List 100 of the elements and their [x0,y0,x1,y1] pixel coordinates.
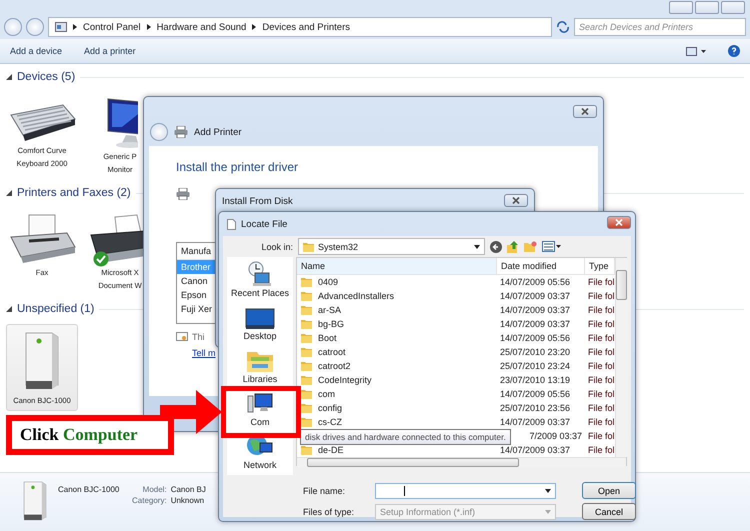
type-cell-text: File fol [587,290,615,303]
printer-icon [174,126,188,138]
window-title: Install From Disk [222,196,293,207]
column-header[interactable]: Name [297,258,497,275]
group-heading[interactable]: Unspecified (1) [17,303,94,315]
dropdown-caret-icon[interactable] [545,488,551,492]
folder-icon [303,242,314,252]
callout-text: Click Computer [20,425,138,445]
cancel-button[interactable]: Cancel [582,503,636,520]
file-name[interactable]: config [315,401,346,415]
collapse-triangle-icon[interactable] [6,190,12,196]
toolbar-button[interactable]: Add a device [10,46,62,56]
breadcrumb-arrow-icon[interactable] [146,24,151,30]
libraries-icon [246,349,274,373]
close-icon[interactable] [580,108,590,115]
date-cell-text: 14/07/2009 03:37 [499,416,572,429]
folder-icon [301,361,312,371]
close-button[interactable] [504,194,528,207]
new-folder-icon[interactable] [524,241,537,252]
folder-icon [301,403,312,413]
close-button[interactable] [573,105,597,118]
breadcrumb[interactable]: Control Panel [83,22,141,32]
place-item[interactable]: Recent Places [230,288,290,298]
collapse-triangle-icon[interactable] [6,306,12,312]
folder-icon [301,319,312,329]
file-name[interactable]: 0409 [315,275,342,289]
back-arrow-icon[interactable] [490,240,502,252]
collapse-triangle-icon[interactable] [6,74,12,80]
group-heading[interactable]: Printers and Faxes (2) [17,187,131,199]
field-label: Files of type: [303,506,356,516]
breadcrumb-arrow-icon[interactable] [73,24,77,30]
breadcrumb-arrow-icon[interactable] [252,24,256,30]
toolbar-button[interactable]: Add a printer [84,46,136,56]
device-name: Canon BJC-1000 [58,484,120,496]
breadcrumb[interactable]: Hardware and Sound [156,22,246,32]
refresh-icon[interactable] [556,21,570,33]
printer-icon [176,188,190,200]
look-in-dropdown[interactable]: System32 [298,238,485,255]
horizontal-scrollbar[interactable] [297,457,626,467]
type-cell-text: File fol [587,304,615,317]
folder-icon [301,375,312,385]
date-cell-text: 25/07/2010 23:20 [499,346,572,359]
place-item[interactable]: Libraries [242,374,278,384]
group-heading[interactable]: Devices (5) [17,71,76,83]
folder-icon [301,277,312,287]
file-name-field[interactable] [375,482,556,498]
view-menu-icon[interactable] [542,241,561,252]
type-cell-text: File fol [587,416,615,429]
place-item[interactable]: Com [250,417,270,427]
minimize-button[interactable] [669,1,693,14]
date-cell-text: 14/07/2009 05:56 [499,276,572,289]
open-button[interactable]: Open [582,482,636,499]
desktop-icon [245,308,275,330]
folder-icon [301,389,312,399]
dialog-heading: Install the printer driver [176,160,300,174]
close-button[interactable] [607,216,631,229]
file-name[interactable]: AdvancedInstallers [315,289,398,303]
type-cell-text: File fol [587,276,615,289]
file-name[interactable]: catroot2 [315,359,354,373]
column-header[interactable]: Type [585,258,615,275]
field-value: Unknown [170,496,206,505]
column-header[interactable]: Date modified [497,258,585,275]
note-text: Thi [192,332,205,342]
date-cell-text: 25/07/2010 23:56 [499,402,572,415]
file-name[interactable]: ar-SA [315,303,344,317]
place-item[interactable]: Desktop [243,331,277,341]
tooltip: disk drives and hardware connected to this computer. [300,429,511,445]
folder-icon [301,417,312,427]
file-name[interactable]: de-DE [315,443,347,457]
dropdown-caret-icon[interactable] [474,244,480,248]
field-label: Category: [132,496,167,505]
file-name[interactable]: catroot [315,345,349,359]
type-cell-text: File fol [587,402,615,415]
view-options-icon[interactable] [686,46,706,56]
date-cell-text: 14/07/2009 05:56 [499,332,572,345]
folder-icon [301,333,312,343]
control-panel-icon [55,22,67,32]
folder-icon [301,291,312,301]
field-label: Model: [142,485,167,494]
breadcrumb[interactable]: Devices and Printers [262,22,350,32]
search-field[interactable]: Search Devices and Printers [574,18,746,36]
place-item[interactable]: Network [243,460,276,470]
maximize-button[interactable] [695,1,719,14]
date-cell-text: 14/07/2009 03:37 [499,304,572,317]
type-cell-text: File fol [587,346,615,359]
address-bar[interactable]: Control Panel Hardware and Sound Devices and Printers [48,17,552,37]
vertical-scrollbar[interactable] [615,258,627,457]
file-name[interactable]: com [315,387,338,401]
folder-icon [301,347,312,357]
file-name[interactable]: CodeIntegrity [315,373,375,387]
close-icon[interactable] [511,197,521,204]
date-cell-text: 14/07/2009 03:37 [499,290,572,303]
help-icon[interactable] [728,45,740,57]
up-folder-icon[interactable] [507,240,519,252]
field-value: Canon BJ [170,485,206,494]
file-name[interactable]: bg-BG [315,317,348,331]
file-name[interactable]: cs-CZ [315,415,345,429]
date-cell-text: 23/07/2010 13:19 [499,374,572,387]
file-name[interactable]: Boot [315,331,340,345]
clock-computer-icon [247,261,273,287]
